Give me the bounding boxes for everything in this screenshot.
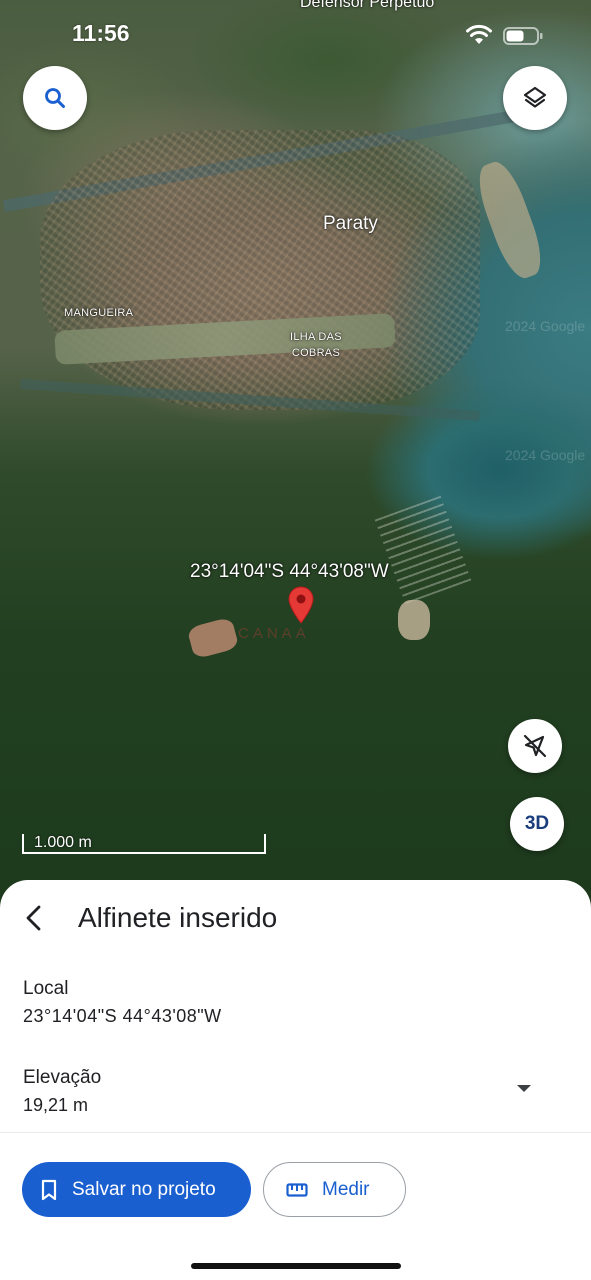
map-label-neighborhood-mangueira[interactable]: MANGUEIRA <box>64 307 133 319</box>
elevation-value: 19,21 m <box>23 1095 89 1115</box>
wifi-icon <box>466 24 492 44</box>
google-watermark: 2024 Google <box>505 318 586 334</box>
map-label-top-place[interactable]: Defensor Perpétuo <box>300 0 434 12</box>
map-label-city[interactable]: Paraty <box>323 213 378 235</box>
map-label-ilha-line2: COBRAS <box>291 347 341 359</box>
scale-text: 1.000 m <box>34 834 92 851</box>
elevation-label: Elevação <box>23 1067 102 1088</box>
layers-icon <box>523 86 547 108</box>
pin-coordinates-label: 23°14'04"S 44°43'08"W <box>190 561 389 582</box>
save-button-label: Salvar no projeto <box>72 1178 216 1200</box>
satellite-map[interactable]: Defensor Perpétuo Paraty MANGUEIRA ILHA … <box>0 0 591 910</box>
map-label-neighborhood-ilha[interactable]: ILHA DAS COBRAS <box>290 329 342 361</box>
chevron-left-icon <box>26 905 41 931</box>
map-clearing <box>186 616 240 660</box>
view-3d-button[interactable]: 3D <box>510 797 564 851</box>
measure-button[interactable]: Medir <box>263 1162 406 1217</box>
divider <box>0 1132 591 1133</box>
map-sand <box>398 600 430 640</box>
overlay-watermark: CANAA <box>238 625 310 642</box>
measure-button-label: Medir <box>322 1178 370 1200</box>
battery-icon <box>503 27 543 45</box>
back-button[interactable] <box>14 898 54 938</box>
map-beach <box>470 156 550 284</box>
map-marina <box>374 495 472 605</box>
search-button[interactable] <box>23 66 87 130</box>
bookmark-icon <box>41 1179 57 1200</box>
expand-dropdown-icon[interactable] <box>512 1080 536 1096</box>
home-indicator[interactable] <box>191 1263 401 1269</box>
google-watermark: 2024 Google <box>505 447 586 463</box>
layers-button[interactable] <box>503 66 567 130</box>
map-label-ilha-line1: ILHA DAS <box>290 331 342 343</box>
ruler-icon <box>286 1182 308 1197</box>
location-off-button[interactable] <box>508 719 562 773</box>
location-value: 23°14'04"S 44°43'08"W <box>23 1006 222 1026</box>
map-scale: 1.000 m <box>22 834 266 854</box>
map-pin-icon[interactable] <box>288 586 314 624</box>
location-label: Local <box>23 978 69 999</box>
map-town-area <box>40 130 480 410</box>
save-to-project-button[interactable]: Salvar no projeto <box>22 1162 251 1217</box>
pin-details-sheet: Alfinete inserido Local 23°14'04"S 44°43… <box>0 880 591 1280</box>
sheet-title: Alfinete inserido <box>78 902 278 933</box>
compass-off-icon <box>523 734 547 758</box>
search-icon <box>45 88 65 108</box>
status-time: 11:56 <box>72 20 130 46</box>
